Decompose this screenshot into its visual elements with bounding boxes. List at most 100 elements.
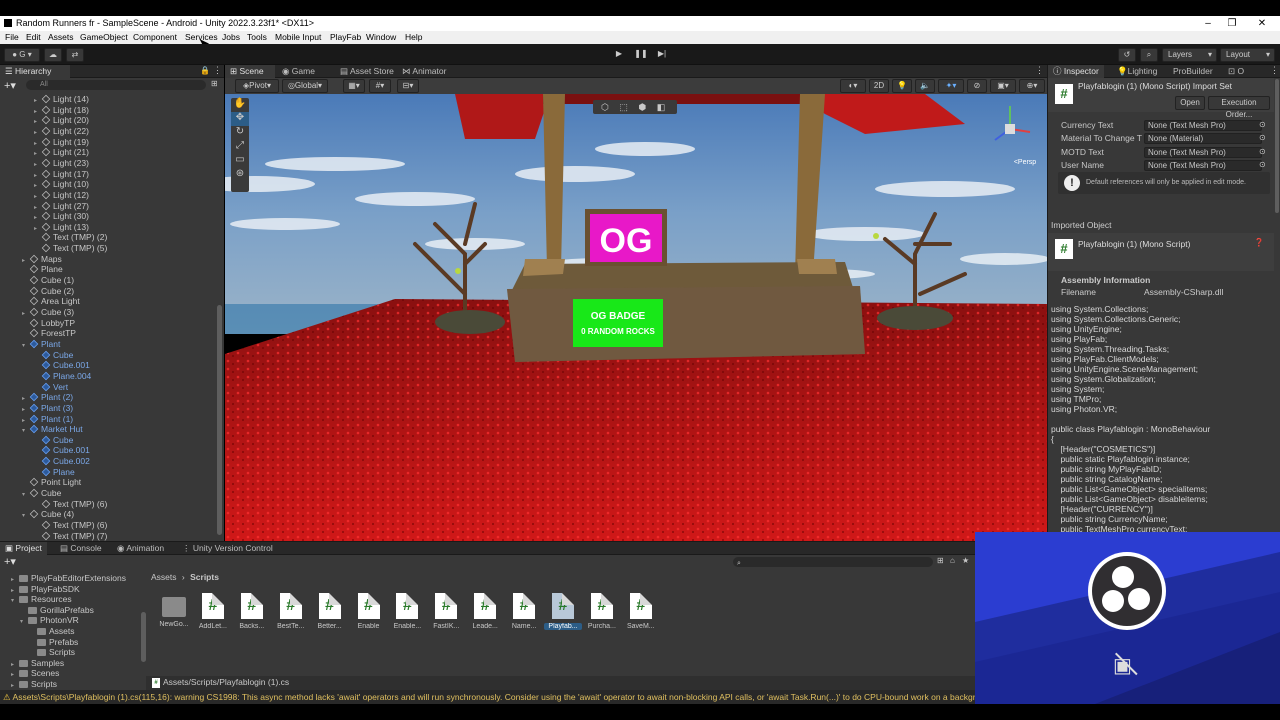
script-asset[interactable]: # Better... [311, 593, 349, 630]
pause-button[interactable]: ❚❚ [632, 48, 650, 62]
folder-tree-item[interactable]: ▸ PlayFabEditorExtensions [11, 573, 126, 584]
folder-tree-item[interactable]: ▸ Samples [11, 658, 64, 669]
increment-snap-icon[interactable]: ⊟▾ [397, 79, 419, 93]
hierarchy-item[interactable]: ▸ Maps [22, 254, 62, 265]
tab-game[interactable]: ◉ Game [277, 65, 320, 78]
folder-tree-item[interactable]: Assets [29, 626, 75, 637]
scene-viewport[interactable]: OG OG BADGE 0 RANDOM ROCKS <Persp ✋ ✥ ↻ … [225, 94, 1047, 541]
hierarchy-item[interactable]: Cube.001 [34, 445, 90, 456]
hierarchy-item[interactable]: ▾ Cube (4) [22, 509, 74, 520]
folder-tree-item[interactable]: GorillaPrefabs [20, 605, 94, 616]
script-asset[interactable]: # AddLet... [194, 593, 232, 630]
tab-scene[interactable]: ⊞ Scene [225, 65, 275, 78]
folder-tree-item[interactable]: Scripts [29, 647, 75, 658]
script-asset[interactable]: # BestTe... [272, 593, 310, 630]
hierarchy-item[interactable]: Plane [22, 264, 63, 275]
hierarchy-item[interactable]: Cube [34, 435, 73, 446]
hierarchy-item[interactable]: ▸ Light (13) [34, 222, 89, 233]
layout-dropdown[interactable]: Layout ▾ [1220, 48, 1275, 62]
expand-arrow-icon[interactable]: ▾ [22, 341, 30, 352]
hierarchy-item[interactable]: Point Light [22, 477, 81, 488]
scene-visibility-icon[interactable]: ⊞ [211, 79, 218, 88]
menu-mobile-input[interactable]: Mobile Input [275, 31, 321, 44]
hierarchy-item[interactable]: ▸ Plant (3) [22, 403, 73, 414]
effects-toggle-icon[interactable]: ✦▾ [938, 79, 964, 93]
expand-arrow-icon[interactable]: ▾ [22, 511, 30, 522]
hierarchy-item[interactable]: Cube.001 [34, 360, 90, 371]
hierarchy-item[interactable]: Text (TMP) (7) [34, 531, 107, 542]
script-asset[interactable]: # Leade... [466, 593, 504, 630]
expand-arrow-icon[interactable]: ▾ [22, 426, 30, 437]
folder-tree-item[interactable]: ▸ Scenes [11, 668, 59, 679]
object-field[interactable]: None (Text Mesh Pro) [1144, 159, 1262, 171]
folder-tree-item[interactable]: ▾ PhotonVR [20, 615, 79, 626]
global-dropdown[interactable]: ◎Global▾ [282, 79, 328, 93]
script-asset[interactable]: # Playfab... [544, 593, 582, 630]
scale-tool-icon[interactable]: ⤢ [231, 140, 249, 154]
expand-arrow-icon[interactable]: ▾ [20, 617, 28, 628]
folder-tree-item[interactable]: ▾ Resources [11, 594, 72, 605]
menu-playfab[interactable]: PlayFab [330, 31, 361, 44]
mode-2d-button[interactable]: 2D [869, 79, 889, 93]
hierarchy-item[interactable]: Plane.004 [34, 371, 91, 382]
hierarchy-item[interactable]: ▸ Plant (1) [22, 414, 73, 425]
shading-mode-icon[interactable]: ◐▾ [840, 79, 866, 93]
lock-icon[interactable]: 🔒 [200, 66, 210, 75]
object-field[interactable]: None (Text Mesh Pro) [1144, 146, 1262, 158]
maximize-icon[interactable]: ❐ [1222, 16, 1242, 31]
hidden-objects-icon[interactable]: ⊘ [967, 79, 987, 93]
hierarchy-item[interactable]: Text (TMP) (6) [34, 520, 107, 531]
menu-assets[interactable]: Assets [48, 31, 74, 44]
hierarchy-item[interactable]: ▸ Light (17) [34, 169, 89, 180]
vertex-mode-icon[interactable]: ⬚ [619, 102, 628, 112]
menu-help[interactable]: Help [405, 31, 422, 44]
more-icon[interactable]: ⋮ [213, 65, 222, 76]
favorite-icon[interactable]: ★ [962, 556, 969, 565]
hierarchy-item[interactable]: Cube (1) [22, 275, 74, 286]
expand-arrow-icon[interactable]: ▾ [22, 490, 30, 501]
breadcrumb-assets[interactable]: Assets [151, 572, 177, 582]
menu-tools[interactable]: Tools [247, 31, 267, 44]
step-button[interactable]: ▶| [653, 48, 671, 62]
hierarchy-scrollbar[interactable] [217, 305, 222, 535]
tab-asset-store[interactable]: ▤ Asset Store [335, 65, 399, 78]
hierarchy-item[interactable]: Text (TMP) (6) [34, 499, 107, 510]
edge-mode-icon[interactable]: ⬢ [638, 102, 646, 112]
grid-snap-icon[interactable]: ▦▾ [343, 79, 365, 93]
folder-tree-item[interactable]: ▸ Scripts [11, 679, 57, 690]
inspector-scrollbar[interactable] [1275, 79, 1279, 213]
script-asset[interactable]: # Enable [350, 593, 388, 630]
camera-settings-icon[interactable]: ▣▾ [990, 79, 1016, 93]
layers-dropdown[interactable]: Layers ▾ [1162, 48, 1217, 62]
tab-probuilder[interactable]: ProBuilder [1168, 65, 1218, 78]
tab-inspector[interactable]: ⓘ Inspector [1048, 65, 1104, 78]
menu-jobs[interactable]: Jobs [222, 31, 240, 44]
object-field[interactable]: None (Text Mesh Pro) [1144, 120, 1262, 131]
hierarchy-item[interactable]: ▸ Light (27) [34, 201, 89, 212]
script-asset[interactable]: # FastIK... [427, 593, 465, 630]
account-button[interactable]: ● G ▾ [4, 48, 40, 62]
open-button[interactable]: Open [1175, 96, 1205, 110]
tab-project[interactable]: ▣ Project [0, 542, 47, 555]
tab-animation[interactable]: ◉ Animation [112, 542, 169, 555]
collab-icon[interactable]: ⇄ [66, 48, 84, 62]
hierarchy-item[interactable]: ▸ Light (21) [34, 147, 89, 158]
face-mode-icon[interactable]: ◧ [657, 102, 666, 112]
transform-tool-icon[interactable]: ⊛ [231, 168, 249, 182]
hierarchy-item[interactable]: Plane [34, 467, 75, 478]
hierarchy-item[interactable]: Cube.002 [34, 456, 90, 467]
menu-component[interactable]: Component [133, 31, 177, 44]
hierarchy-search-input[interactable]: All [26, 80, 206, 90]
hierarchy-item[interactable]: ▾ Market Hut [22, 424, 83, 435]
move-tool-icon[interactable]: ✥ [231, 112, 249, 126]
rect-tool-icon[interactable]: ▭ [231, 154, 249, 168]
tab-overflow[interactable]: ⊡ O [1223, 65, 1249, 78]
object-field[interactable]: None (Material) [1144, 133, 1262, 145]
hierarchy-item[interactable]: ▸ Light (18) [34, 105, 89, 116]
folder-tree-item[interactable]: Prefabs [29, 637, 78, 648]
project-search-input[interactable]: ⌕ [733, 557, 933, 567]
project-add-icon[interactable]: +▾ [4, 555, 16, 568]
grid-visibility-icon[interactable]: #▾ [369, 79, 391, 93]
hierarchy-item[interactable]: Vert [34, 382, 68, 393]
lighting-toggle-icon[interactable]: 💡 [892, 79, 912, 93]
